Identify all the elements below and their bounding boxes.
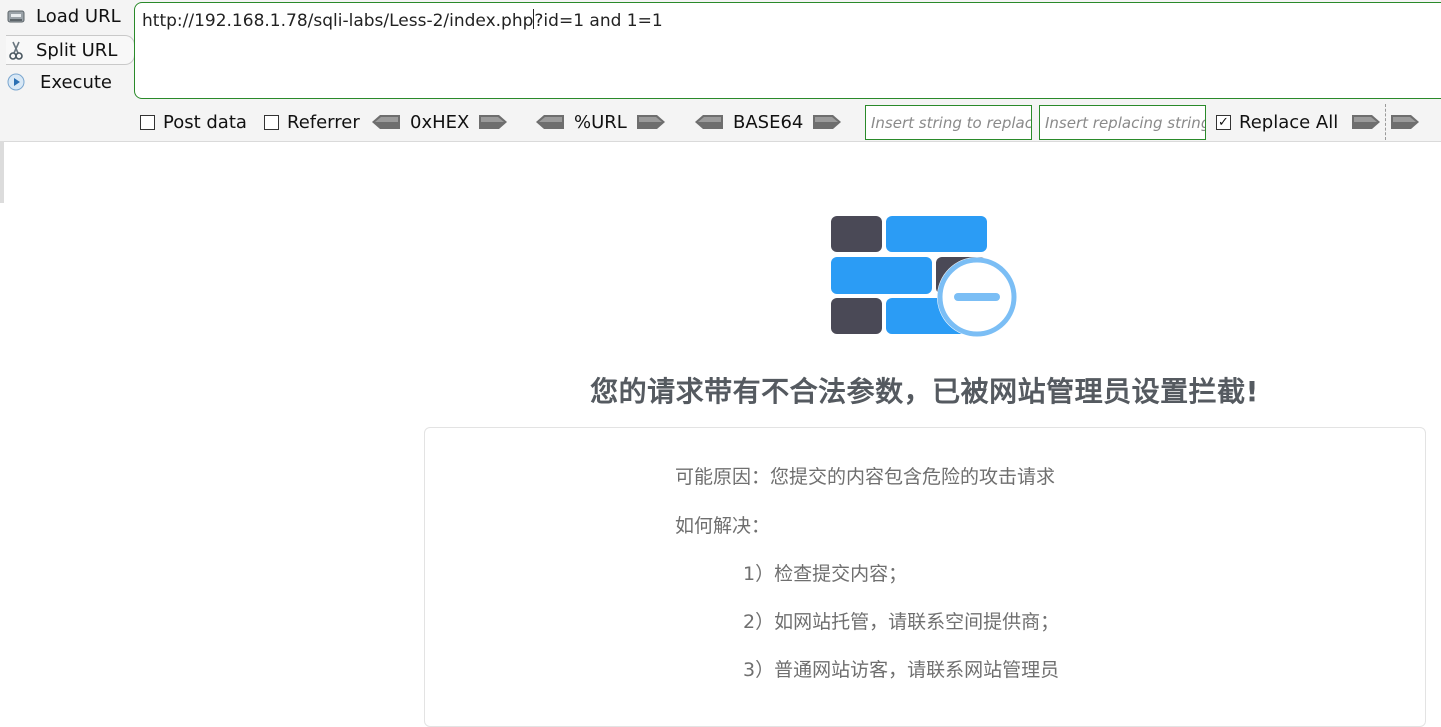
hackbar-toolbar: Load URL Split URL Execute http://192.16… bbox=[0, 0, 1441, 142]
replace-all-checkbox[interactable]: ✓ Replace All bbox=[1216, 111, 1381, 133]
url-decode-arrow-icon[interactable] bbox=[536, 115, 564, 129]
scissors-icon bbox=[6, 40, 26, 60]
url-text-before-caret: http://192.168.1.78/sqli-labs/Less-2/ind… bbox=[142, 11, 534, 31]
replace-all-checkbox-box[interactable]: ✓ bbox=[1216, 114, 1231, 130]
execute-button[interactable]: Execute bbox=[6, 68, 112, 96]
url-text-after-caret: ?id=1 and 1=1 bbox=[534, 11, 663, 31]
replace-apply-arrow-icon[interactable] bbox=[1352, 115, 1381, 129]
window-edge bbox=[0, 141, 4, 203]
more-options[interactable] bbox=[1391, 111, 1419, 133]
base64-decode-arrow-icon[interactable] bbox=[695, 115, 723, 129]
hex-decode-arrow-icon[interactable] bbox=[372, 115, 400, 129]
split-url-label: Split URL bbox=[36, 39, 118, 61]
load-url-label: Load URL bbox=[36, 5, 121, 27]
find-string-input[interactable]: Insert string to replace bbox=[865, 105, 1032, 140]
base64-encoder: BASE64 bbox=[695, 111, 842, 133]
hex-encode-arrow-icon[interactable] bbox=[479, 115, 508, 129]
block-info-card: 可能原因：您提交的内容包含危险的攻击请求 如何解决： 1）检查提交内容； 2）如… bbox=[424, 427, 1426, 727]
block-reason: 可能原因：您提交的内容包含危险的攻击请求 bbox=[675, 466, 1056, 488]
more-arrow-icon[interactable] bbox=[1391, 115, 1419, 129]
solve-step-2: 2）如网站托管，请联系空间提供商； bbox=[743, 611, 1060, 633]
replace-string-input[interactable]: Insert replacing string bbox=[1039, 105, 1206, 140]
firewall-icon bbox=[831, 216, 1017, 337]
solve-step-3: 3）普通网站访客，请联系网站管理员 bbox=[743, 659, 1060, 681]
hex-label: 0xHEX bbox=[410, 111, 470, 133]
base64-encode-arrow-icon[interactable] bbox=[813, 115, 842, 129]
referrer-label: Referrer bbox=[287, 111, 360, 133]
referrer-checkbox[interactable]: Referrer bbox=[264, 111, 360, 133]
post-data-checkbox[interactable]: Post data bbox=[140, 111, 247, 133]
how-to-solve-label: 如何解决： bbox=[675, 515, 771, 537]
firewall-block-logo bbox=[830, 215, 1020, 344]
url-textarea[interactable]: http://192.168.1.78/sqli-labs/Less-2/ind… bbox=[134, 2, 1441, 99]
solve-step-1: 1）检查提交内容； bbox=[743, 563, 908, 585]
toolbar-separator bbox=[1385, 104, 1386, 140]
load-url-button[interactable]: Load URL bbox=[6, 2, 121, 30]
post-data-checkbox-box[interactable] bbox=[140, 114, 155, 130]
hex-encoder: 0xHEX bbox=[372, 111, 508, 133]
referrer-checkbox-box[interactable] bbox=[264, 114, 279, 130]
url-encode-arrow-icon[interactable] bbox=[636, 115, 665, 129]
base64-label: BASE64 bbox=[733, 111, 804, 133]
replace-all-label: Replace All bbox=[1239, 111, 1339, 133]
play-icon bbox=[6, 72, 26, 92]
load-url-icon bbox=[6, 6, 26, 26]
url-encoder: %URL bbox=[536, 111, 665, 133]
block-headline: 您的请求带有不合法参数，已被网站管理员设置拦截! bbox=[590, 375, 1259, 408]
execute-label: Execute bbox=[40, 71, 112, 93]
post-data-label: Post data bbox=[163, 111, 247, 133]
split-url-button[interactable]: Split URL bbox=[6, 35, 135, 65]
url-encode-label: %URL bbox=[574, 111, 627, 133]
